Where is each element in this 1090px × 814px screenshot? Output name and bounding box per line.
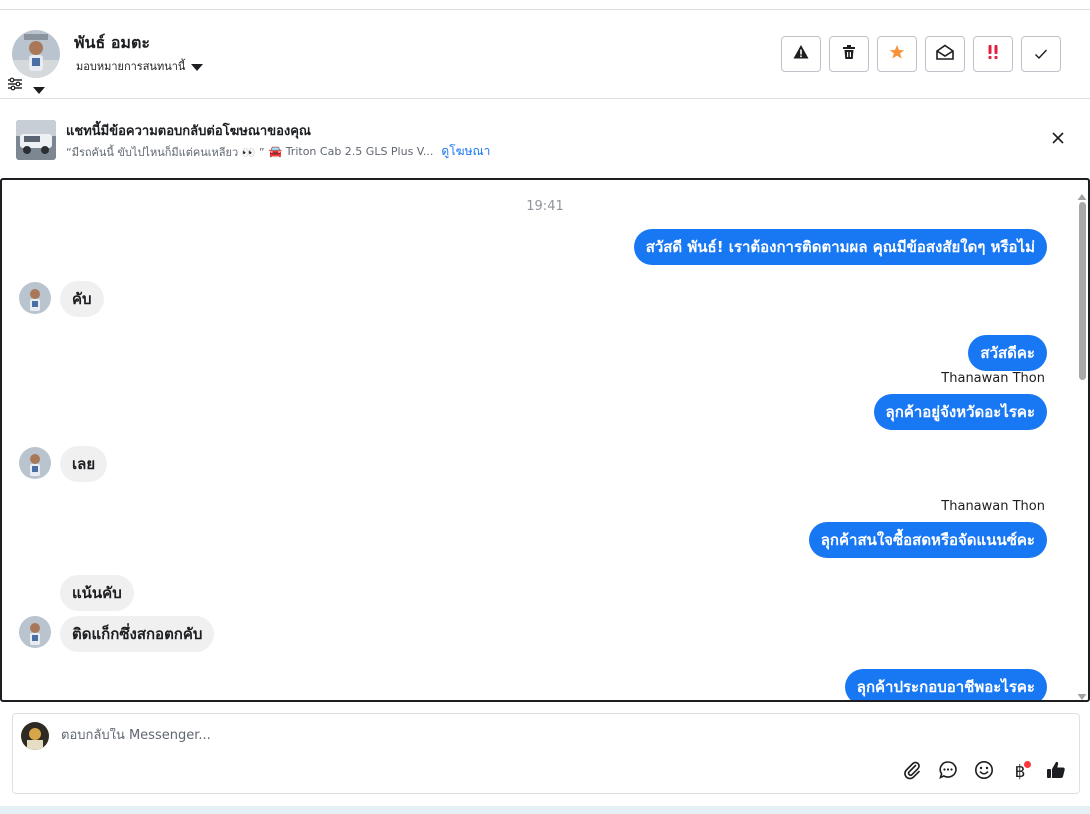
paperclip-icon	[903, 760, 921, 784]
outgoing-message[interactable]: สวัสดีคะ	[968, 335, 1047, 371]
mark-unread-button[interactable]	[925, 36, 965, 72]
report-spam-button[interactable]	[781, 36, 821, 72]
conversation-actions	[781, 36, 1061, 72]
incoming-message[interactable]: คับ	[60, 281, 104, 317]
follow-up-button[interactable]	[973, 36, 1013, 72]
incoming-message[interactable]: เลย	[60, 446, 108, 482]
incoming-message[interactable]: แน้นคับ	[60, 575, 134, 611]
delete-button[interactable]	[829, 36, 869, 72]
exclamation-icon	[985, 44, 1001, 64]
payment-button[interactable]: ฿	[1009, 761, 1031, 783]
contact-avatar-small	[19, 447, 51, 479]
message-timestamp: 19:41	[526, 199, 564, 214]
message-thread[interactable]: 19:41 สวัสดี พันธ์! เราต้องการติดตามผล ค…	[0, 178, 1090, 702]
thread-scrollbar[interactable]	[1076, 180, 1088, 700]
chevron-down-icon[interactable]	[33, 80, 45, 94]
ad-product: 🚘 Triton Cab 2.5 GLS Plus V...	[268, 145, 434, 158]
outgoing-message[interactable]: ลุกค้าสนใจซื้อสดหรือจัดแนนซ์คะ	[808, 522, 1047, 558]
outgoing-message[interactable]: ลุกค้าอยู่จังหวัดอะไรคะ	[873, 394, 1047, 430]
assign-label: มอบหมายการสนทนานี้	[76, 60, 186, 73]
contact-avatar[interactable]	[12, 30, 60, 78]
sender-name: Thanawan Thon	[941, 499, 1045, 514]
reply-composer: ฿	[12, 713, 1080, 794]
saved-reply-icon	[938, 760, 958, 784]
bottom-strip	[0, 806, 1090, 814]
contact-avatar-small	[19, 282, 51, 314]
star-button[interactable]	[877, 36, 917, 72]
check-icon	[1034, 45, 1048, 64]
envelope-open-icon	[936, 44, 954, 64]
scroll-up-icon[interactable]	[1077, 186, 1087, 200]
contact-name: พันธ์ อมตะ	[74, 33, 150, 52]
contact-avatar-small	[19, 616, 51, 648]
close-icon[interactable]	[1050, 130, 1066, 146]
scroll-down-icon[interactable]	[1077, 686, 1087, 700]
composer-toolbar: ฿	[901, 761, 1067, 783]
mark-done-button[interactable]	[1021, 36, 1061, 72]
ad-banner-details: “มีรถคันนี้ ขับไปไหนก็มีแต่คนเหลียว 👀 ” …	[66, 142, 490, 161]
like-button[interactable]	[1045, 761, 1067, 783]
outgoing-message[interactable]: สวัสดี พันธ์! เราต้องการติดตามผล คุณมีข้…	[633, 229, 1047, 265]
page-avatar	[21, 722, 49, 750]
view-ad-link[interactable]: ดูโฆษณา	[441, 142, 490, 161]
incoming-message[interactable]: ติดแก็กซึ่งสกอตกคับ	[60, 616, 215, 652]
conversation-header: พันธ์ อมตะ มอบหมายการสนทนานี้	[0, 10, 1090, 99]
sender-name: Thanawan Thon	[941, 371, 1045, 386]
assign-conversation-dropdown[interactable]: มอบหมายการสนทนานี้	[76, 57, 204, 75]
star-icon	[889, 44, 905, 64]
chevron-down-icon	[191, 62, 204, 71]
reply-input[interactable]	[61, 728, 861, 743]
notification-dot	[1024, 761, 1031, 768]
attach-button[interactable]	[901, 761, 923, 783]
filter-icon[interactable]	[7, 76, 23, 92]
trash-icon	[841, 44, 857, 64]
ad-banner-title: แชทนี้มีข้อความตอบกลับต่อโฆษณาของคุณ	[66, 124, 311, 139]
ad-quote: “มีรถคันนี้ ขับไปไหนก็มีแต่คนเหลียว 👀 ”	[66, 145, 265, 159]
outgoing-message[interactable]: ลุกค้าประกอบอาชีพอะไรคะ	[844, 669, 1047, 700]
ad-reply-banner: แชทนี้มีข้อความตอบกลับต่อโฆษณาของคุณ “มี…	[0, 100, 1090, 178]
thumbs-up-icon	[1046, 760, 1066, 784]
saved-replies-button[interactable]	[937, 761, 959, 783]
emoji-icon	[974, 760, 994, 784]
top-divider	[0, 0, 1090, 10]
emoji-button[interactable]	[973, 761, 995, 783]
warning-icon	[793, 44, 809, 64]
ad-thumbnail[interactable]	[16, 120, 56, 160]
scrollbar-thumb[interactable]	[1079, 202, 1086, 380]
